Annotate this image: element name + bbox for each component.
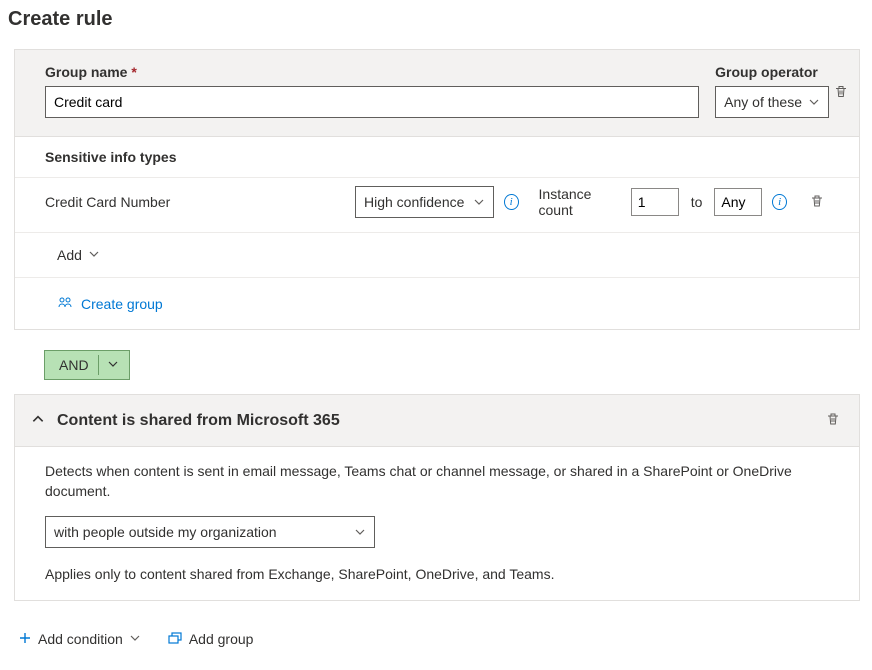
instance-count-label: Instance count bbox=[539, 186, 621, 218]
logic-operator-select[interactable]: AND bbox=[44, 350, 130, 380]
delete-group-button[interactable] bbox=[829, 80, 853, 107]
delete-sit-button[interactable] bbox=[805, 189, 829, 216]
trash-icon bbox=[833, 88, 849, 103]
confidence-select[interactable]: High confidence bbox=[355, 186, 494, 218]
instance-from-input[interactable] bbox=[631, 188, 679, 216]
add-group-button[interactable]: Add group bbox=[165, 627, 256, 652]
content-shared-description: Detects when content is sent in email me… bbox=[45, 461, 829, 502]
content-shared-note: Applies only to content shared from Exch… bbox=[45, 566, 829, 582]
create-group-button[interactable]: Create group bbox=[55, 292, 165, 315]
sharing-scope-select[interactable]: with people outside my organization bbox=[45, 516, 375, 548]
group-name-label: Group name * bbox=[45, 64, 699, 80]
content-shared-header: Content is shared from Microsoft 365 bbox=[15, 395, 859, 446]
add-condition-button[interactable]: Add condition bbox=[16, 627, 143, 652]
chevron-down-icon bbox=[808, 96, 820, 108]
required-asterisk: * bbox=[131, 64, 136, 80]
trash-icon bbox=[825, 415, 841, 430]
group-operator-field: Group operator Any of these bbox=[715, 64, 829, 118]
sensitive-type-row: Credit Card Number High confidence i Ins… bbox=[15, 177, 859, 232]
delete-condition-button[interactable] bbox=[821, 407, 845, 434]
condition-actions: Add condition Add group bbox=[8, 617, 860, 658]
group-operator-select[interactable]: Any of these bbox=[715, 86, 829, 118]
info-icon[interactable]: i bbox=[772, 194, 787, 210]
group-operator-label: Group operator bbox=[715, 64, 829, 80]
chevron-down-icon bbox=[129, 631, 141, 647]
trash-icon bbox=[809, 197, 825, 212]
page-title: Create rule bbox=[8, 8, 860, 31]
collapse-toggle[interactable] bbox=[29, 410, 47, 431]
content-shared-panel: Content is shared from Microsoft 365 Det… bbox=[14, 394, 860, 601]
chevron-up-icon bbox=[31, 414, 45, 429]
info-icon[interactable]: i bbox=[504, 194, 519, 210]
add-sensitive-type-button[interactable]: Add bbox=[55, 243, 102, 267]
plus-icon bbox=[18, 631, 32, 648]
group-icon bbox=[57, 294, 73, 313]
chevron-down-icon bbox=[354, 526, 366, 538]
group-add-icon bbox=[167, 631, 183, 648]
sensitive-types-heading: Sensitive info types bbox=[15, 136, 859, 177]
chevron-down-icon bbox=[88, 247, 100, 263]
group-name-field: Group name * bbox=[45, 64, 699, 118]
chevron-down-icon bbox=[473, 196, 485, 208]
instance-to-label: to bbox=[691, 194, 703, 210]
sensitive-type-name: Credit Card Number bbox=[45, 194, 345, 210]
instance-to-input[interactable] bbox=[714, 188, 762, 216]
chevron-down-icon bbox=[107, 357, 119, 373]
content-shared-title: Content is shared from Microsoft 365 bbox=[57, 412, 340, 430]
group-panel: Group name * Group operator Any of these bbox=[14, 49, 860, 330]
group-name-input[interactable] bbox=[45, 86, 699, 118]
group-panel-header: Group name * Group operator Any of these bbox=[15, 50, 859, 136]
